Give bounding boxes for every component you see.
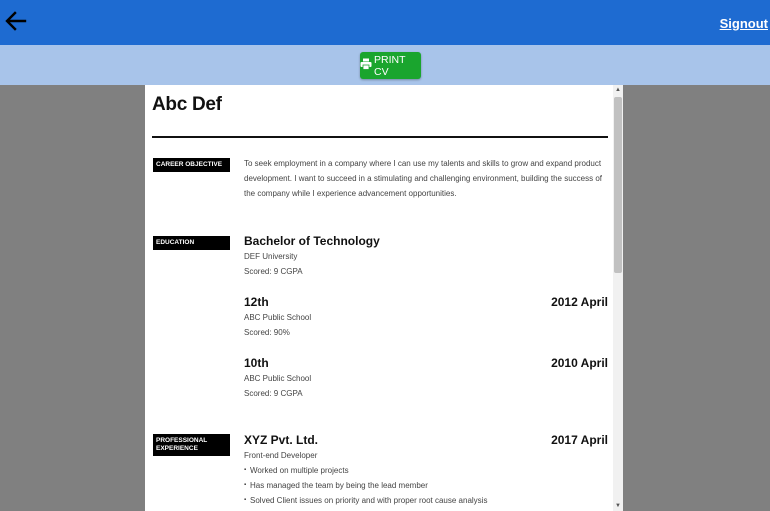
experience-points: Worked on multiple projects Has managed … <box>244 463 608 508</box>
experience-role: Front-end Developer <box>244 451 318 460</box>
app-header: Signout <box>0 0 770 45</box>
printer-icon <box>360 58 372 73</box>
print-cv-button[interactable]: PRINT CV <box>360 52 421 79</box>
education-entry: Bachelor of Technology DEF University Sc… <box>244 234 608 279</box>
experience-date: 2017 April <box>551 433 608 447</box>
header-divider <box>152 136 608 138</box>
education-score: Scored: 9 CGPA <box>244 389 303 398</box>
back-arrow-icon[interactable] <box>5 9 27 33</box>
experience-section: XYZ Pvt. Ltd. 2017 April Front-end Devel… <box>244 433 608 508</box>
education-entry: 12th 2012 April ABC Public School Scored… <box>244 295 608 340</box>
education-date: 2012 April <box>551 295 608 309</box>
education-section: Bachelor of Technology DEF University Sc… <box>244 234 608 401</box>
education-score: Scored: 9 CGPA <box>244 267 303 276</box>
vertical-scrollbar[interactable]: ▲ ▼ <box>613 85 623 511</box>
scroll-up-arrow-icon[interactable]: ▲ <box>613 85 623 95</box>
experience-point: Worked on multiple projects <box>244 463 608 478</box>
scrollbar-thumb[interactable] <box>614 97 622 273</box>
scroll-down-arrow-icon[interactable]: ▼ <box>613 501 623 511</box>
cv-preview[interactable]: Abc Def CAREER OBJECTIVE To seek employm… <box>145 85 623 511</box>
education-date: 2010 April <box>551 356 608 370</box>
education-institution: ABC Public School <box>244 313 312 322</box>
career-objective-section: To seek employment in a company where I … <box>244 156 608 201</box>
toolbar: PRINT CV <box>0 45 770 85</box>
experience-point: Solved Client issues on priority and wit… <box>244 493 608 508</box>
section-label-professional-experience: PROFESSIONAL EXPERIENCE <box>153 434 230 456</box>
education-entry: 10th 2010 April ABC Public School Scored… <box>244 356 608 401</box>
section-label-career-objective: CAREER OBJECTIVE <box>153 158 230 172</box>
signout-link[interactable]: Signout <box>720 16 768 31</box>
print-cv-label: PRINT CV <box>374 53 406 78</box>
education-title: Bachelor of Technology <box>244 234 380 248</box>
section-label-education: EDUCATION <box>153 236 230 250</box>
experience-point: Has managed the team by being the lead m… <box>244 478 608 493</box>
education-score: Scored: 90% <box>244 328 290 337</box>
candidate-name: Abc Def <box>152 94 222 115</box>
education-institution: ABC Public School <box>244 374 312 383</box>
experience-entry: XYZ Pvt. Ltd. 2017 April Front-end Devel… <box>244 433 608 508</box>
career-objective-text: To seek employment in a company where I … <box>244 159 602 198</box>
education-institution: DEF University <box>244 252 298 261</box>
